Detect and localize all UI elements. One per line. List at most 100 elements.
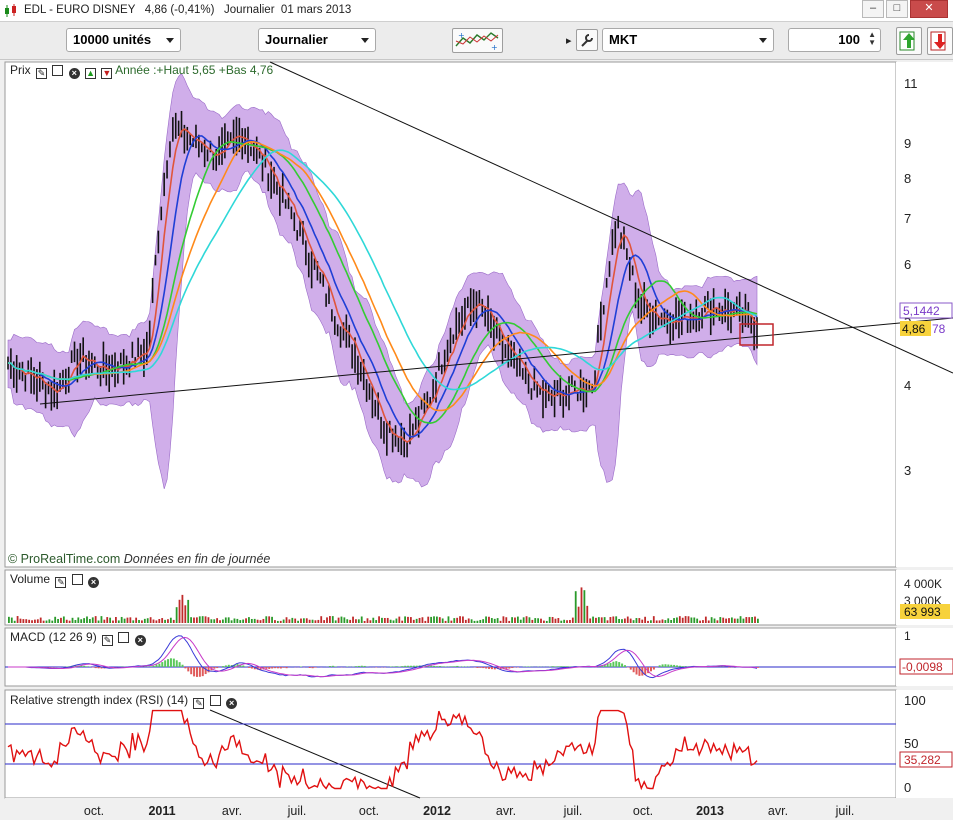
- volume-bar: [65, 619, 68, 623]
- volume-bar: [120, 616, 123, 623]
- x-axis-label: 2012: [423, 804, 451, 818]
- macd-histogram-bar: [433, 665, 436, 667]
- move-up-icon[interactable]: ▲: [85, 68, 97, 79]
- volume-panel-label[interactable]: Volume ✎ ×: [10, 572, 100, 588]
- volume-bar: [54, 616, 57, 623]
- rsi-panel-label[interactable]: Relative strength index (RSI) (14) ✎ ×: [10, 693, 238, 709]
- stepper-down-icon[interactable]: ▼: [868, 39, 876, 47]
- order-type-select[interactable]: MKT: [602, 28, 774, 52]
- macd-histogram-bar: [676, 665, 679, 667]
- maximize-button[interactable]: □: [886, 0, 908, 18]
- volume-bar: [499, 620, 502, 623]
- volume-bar: [86, 616, 88, 623]
- window-icon[interactable]: [71, 574, 83, 585]
- wrench-icon[interactable]: ✎: [55, 577, 67, 588]
- stepper-arrows[interactable]: ▲ ▼: [868, 31, 876, 47]
- quantity-select[interactable]: 10000 unités: [66, 28, 181, 52]
- volume-bar: [540, 618, 542, 623]
- volume-bar: [48, 619, 51, 623]
- volume-bar: [288, 619, 291, 623]
- period-select[interactable]: Journalier: [258, 28, 376, 52]
- volume-bar: [253, 618, 256, 623]
- minimize-button[interactable]: –: [862, 0, 884, 18]
- volume-bar: [676, 617, 678, 623]
- macd-histogram-bar: [155, 664, 158, 667]
- volume-bar: [355, 619, 357, 623]
- chevron-down-icon: [759, 38, 767, 43]
- macd-panel-label[interactable]: MACD (12 26 9) ✎ ×: [10, 630, 146, 646]
- volume-bar: [239, 620, 242, 623]
- chart-area[interactable]: 11 9 8 7 6 5 4 3 5,1442 4,86 78 4 000K 3…: [0, 60, 953, 820]
- volume-bar: [360, 616, 363, 623]
- buy-button[interactable]: [896, 27, 922, 55]
- volume-bar: [450, 620, 453, 623]
- volume-bar: [623, 618, 626, 623]
- volume-bar: [467, 618, 470, 623]
- copyright-text: © ProRealTime.com: [8, 552, 121, 566]
- macd-histogram-bar: [357, 665, 360, 667]
- volume-bar: [612, 616, 615, 623]
- macd-histogram-bar: [652, 667, 655, 670]
- volume-bar: [664, 620, 667, 623]
- volume-bar: [427, 616, 430, 623]
- volume-bar: [537, 618, 540, 623]
- close-panel-icon[interactable]: ×: [68, 68, 80, 79]
- last-price-value: 4,86: [902, 322, 926, 336]
- window-title-bar: EDL - EURO DISNEY 4,86 (-0,41%) Journali…: [0, 0, 953, 22]
- volume-bar: [242, 619, 245, 623]
- wrench-icon[interactable]: ✎: [102, 635, 114, 646]
- price-panel-label[interactable]: Prix ✎ × ▲ ▼ Année :+Haut 5,65 +Bas 4,76: [10, 63, 273, 79]
- volume-bar: [670, 619, 673, 623]
- volume-bar: [83, 618, 85, 623]
- macd-histogram-bar: [184, 667, 187, 669]
- macd-histogram-bar: [563, 666, 566, 667]
- close-panel-icon[interactable]: ×: [134, 635, 146, 646]
- volume-bar: [39, 617, 42, 623]
- volume-bar: [346, 619, 349, 623]
- wrench-button[interactable]: [576, 29, 598, 51]
- indicators-button[interactable]: + +: [452, 28, 503, 53]
- volume-bar: [690, 617, 693, 623]
- volume-bar: [352, 616, 354, 623]
- macd-histogram-bar: [667, 664, 670, 667]
- volume-bar: [123, 618, 126, 623]
- volume-bar: [250, 618, 253, 623]
- volume-bar: [375, 620, 378, 623]
- wrench-icon[interactable]: ✎: [36, 68, 48, 79]
- volume-bar: [658, 620, 661, 623]
- volume-bar: [91, 617, 94, 623]
- order-quantity-stepper[interactable]: 100 ▲ ▼: [788, 28, 881, 52]
- expand-arrow-icon[interactable]: ▸: [566, 34, 572, 47]
- macd-histogram-bar: [242, 665, 245, 667]
- window-icon[interactable]: [52, 65, 64, 76]
- macd-histogram-bar: [395, 666, 398, 667]
- volume-bar: [490, 618, 493, 623]
- close-panel-icon[interactable]: ×: [226, 698, 238, 709]
- volume-bar: [302, 618, 305, 623]
- volume-bar: [704, 616, 707, 623]
- volume-bar: [560, 620, 563, 623]
- close-panel-icon[interactable]: ×: [88, 577, 100, 588]
- x-axis-label: oct.: [359, 804, 379, 818]
- volume-bar: [36, 619, 39, 623]
- volume-bar: [331, 616, 334, 623]
- macd-histogram-bar: [274, 667, 277, 669]
- volume-bar: [415, 618, 418, 623]
- macd-histogram-bar: [213, 667, 216, 669]
- volume-bar: [141, 620, 143, 623]
- macd-histogram-bar: [528, 666, 531, 667]
- price-tick: 9: [904, 136, 911, 151]
- window-icon[interactable]: [118, 632, 130, 643]
- volume-bar: [577, 606, 580, 623]
- close-button[interactable]: ✕: [910, 0, 948, 18]
- sell-button[interactable]: [927, 27, 953, 55]
- wrench-icon[interactable]: ✎: [193, 698, 205, 709]
- move-down-icon[interactable]: ▼: [101, 68, 113, 79]
- window-icon[interactable]: [209, 695, 221, 706]
- volume-bar: [586, 605, 589, 623]
- volume-bar: [22, 619, 25, 623]
- volume-bar: [155, 620, 158, 623]
- macd-histogram-bar: [152, 665, 155, 667]
- price-tick: 7: [904, 211, 911, 226]
- volume-bar: [618, 618, 620, 623]
